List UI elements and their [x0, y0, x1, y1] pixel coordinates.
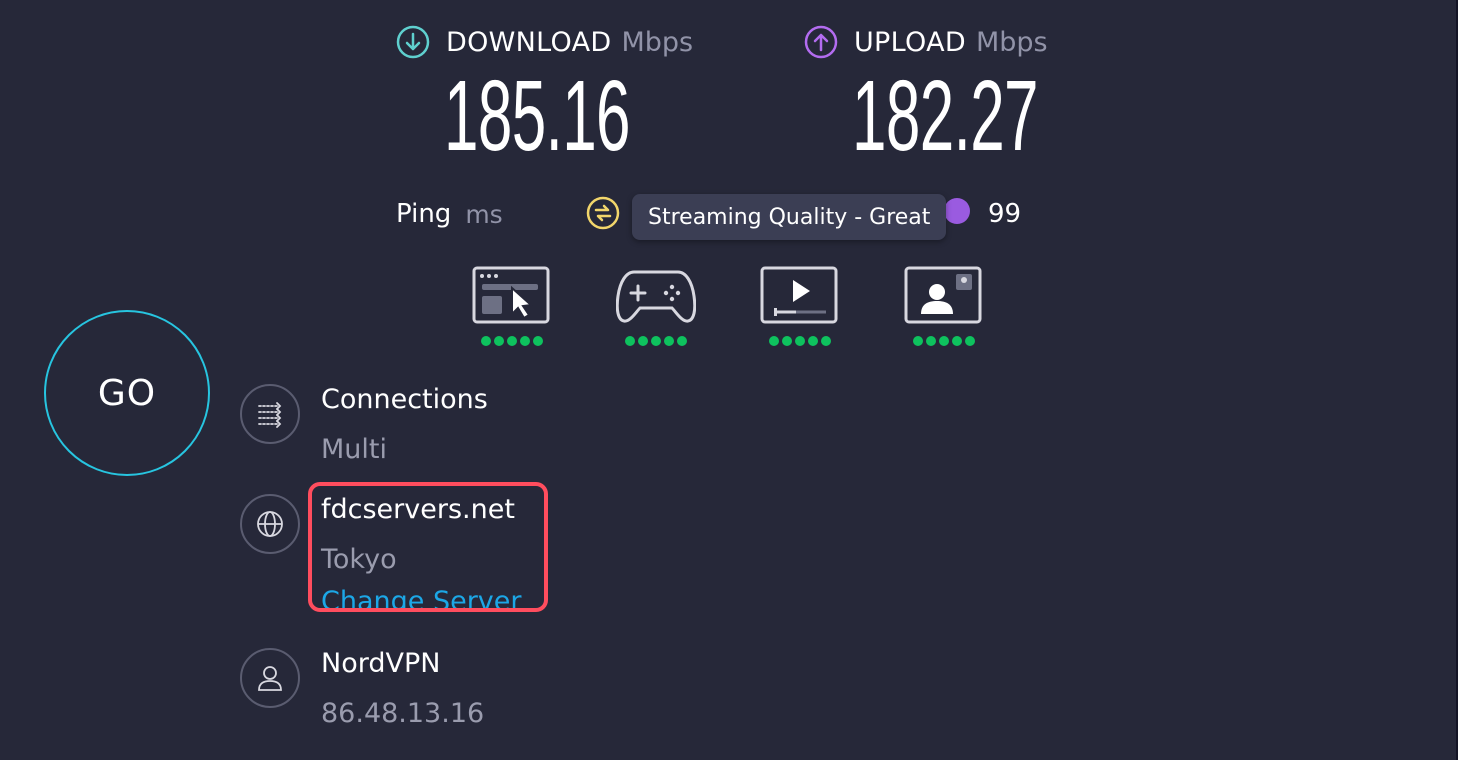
quality-gaming[interactable] [616, 266, 696, 346]
ping-unit: ms [465, 199, 503, 229]
video-play-icon [760, 266, 840, 326]
provider-name: NordVPN [321, 648, 441, 679]
download-label: DOWNLOAD [446, 26, 612, 58]
web-browsing-rating [472, 336, 552, 346]
upload-metric: UPLOAD Mbps 182.27 [804, 22, 1152, 166]
streaming-quality-tooltip: Streaming Quality - Great [632, 194, 947, 240]
ping-label: Ping [396, 199, 452, 229]
download-value: 185.16 [444, 60, 631, 172]
upload-arrow-icon [804, 25, 838, 59]
quality-video-chat[interactable] [904, 266, 984, 346]
connections-title: Connections [321, 384, 488, 415]
video-call-icon [904, 266, 984, 326]
download-metric: DOWNLOAD Mbps 185.16 [396, 22, 744, 166]
quality-web-browsing[interactable] [472, 266, 552, 346]
user-icon [240, 648, 300, 708]
globe-icon [240, 494, 300, 554]
ping-upload-icon [944, 198, 970, 224]
streaming-rating [760, 336, 840, 346]
upload-unit: Mbps [975, 26, 1048, 58]
gaming-rating [616, 336, 696, 346]
quality-streaming[interactable] [760, 266, 840, 346]
browser-cursor-icon [472, 266, 552, 326]
provider-ip: 86.48.13.16 [321, 698, 485, 729]
upload-label: UPLOAD [854, 26, 966, 58]
connections-icon [240, 384, 300, 444]
upload-value: 182.27 [852, 60, 1039, 172]
server-highlight-box [308, 482, 548, 612]
download-arrow-icon [396, 25, 430, 59]
ping-row: Ping ms 99 [396, 194, 1021, 234]
ping-upload-value: 99 [988, 199, 1022, 229]
go-button[interactable]: GO [44, 310, 210, 476]
video-chat-rating [904, 336, 984, 346]
connections-value: Multi [321, 434, 387, 465]
gamepad-icon [616, 266, 696, 326]
ping-idle-icon [586, 196, 620, 230]
download-unit: Mbps [621, 26, 694, 58]
